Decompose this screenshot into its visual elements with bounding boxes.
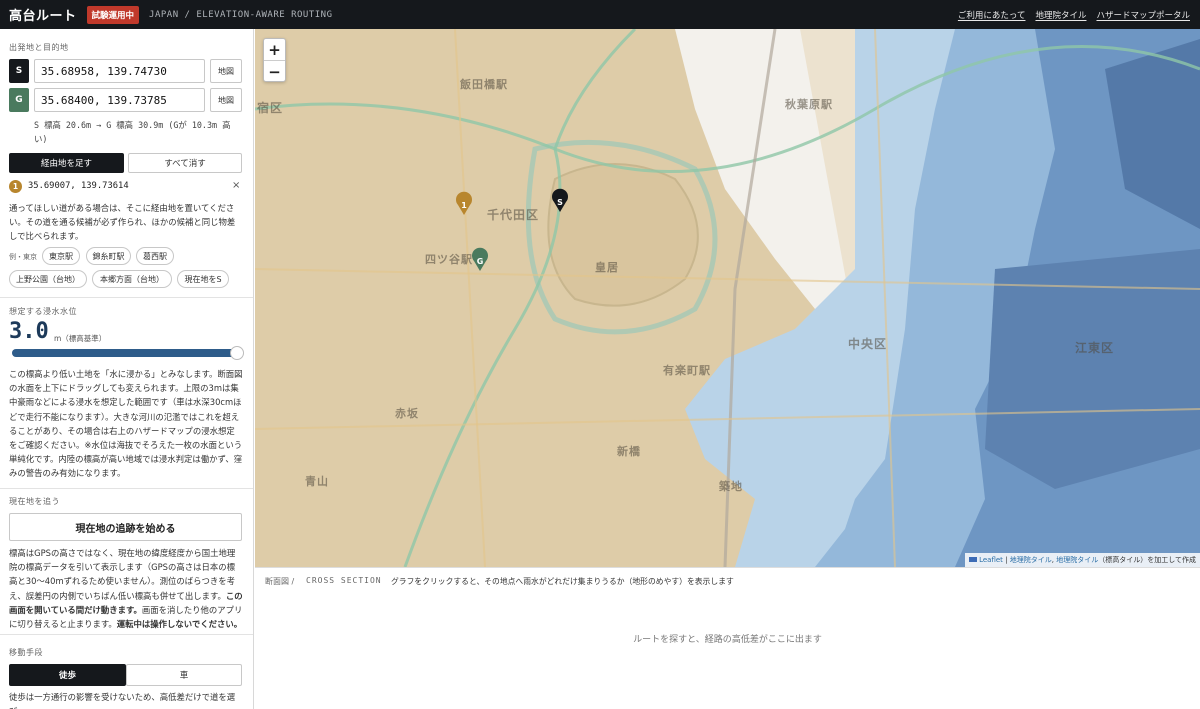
tracking-text: 標高はGPSの高さではなく、現在地の緯度経度から国土地理院の標高データを引いて表… <box>9 546 243 631</box>
flood-level-slider-fill <box>12 349 238 357</box>
mode-car-button[interactable]: 車 <box>126 664 242 686</box>
terms-link[interactable]: ご利用にあたって <box>958 9 1026 21</box>
flood-description: この標高より低い土地を「水に浸かる」とみなします。断面図の水面を上下にドラッグし… <box>9 369 243 479</box>
map-label: 江東区 <box>1075 341 1115 355</box>
route-heading: 出発地と目的地 <box>9 43 69 52</box>
map-label: 秋葉原駅 <box>785 98 833 111</box>
cross-section-title-en: CROSS SECTION <box>306 576 382 585</box>
flood-heading: 想定する浸水水位 <box>9 307 77 316</box>
elevation-summary: S 標高 20.6m → G 標高 30.9m (Gが 10.3m 高い) <box>34 120 231 144</box>
mode-heading: 移動手段 <box>9 648 43 657</box>
examples-label: 例・東京 <box>9 253 37 261</box>
waypoint-number-icon: 1 <box>9 180 22 193</box>
top-bar: 高台ルート 試験運用中 JAPAN / ELEVATION-AWARE ROUT… <box>0 0 1200 29</box>
example-kinshicho-station[interactable]: 錦糸町駅 <box>86 247 131 265</box>
waypoint-hint: 通ってほしい道がある場合は、そこに経由地を置いてください。その道を通る候補が必ず… <box>9 203 236 241</box>
map-label: 有楽町駅 <box>663 364 711 377</box>
attribution-separator: | <box>1002 556 1010 564</box>
clear-all-button[interactable]: すべて消す <box>128 153 242 173</box>
gsi-tiles-link[interactable]: 地理院タイル <box>1035 9 1086 21</box>
mode-walk-button[interactable]: 徒歩 <box>9 664 126 686</box>
start-input[interactable]: 35.68958, 139.74730 <box>34 59 205 83</box>
divider <box>0 634 253 635</box>
map-label: 赤坂 <box>395 407 419 420</box>
zoom-out-button[interactable]: − <box>264 61 285 83</box>
flood-level-unit: m（標高基準） <box>54 334 107 343</box>
goal-pin-icon: G <box>9 88 29 112</box>
divider <box>0 488 253 489</box>
imperial-palace-area <box>547 163 699 307</box>
map-label: 飯田橋駅 <box>460 78 508 91</box>
attribution-rest: （標高タイル）を加工して作成 <box>1098 556 1196 564</box>
zoom-in-button[interactable]: + <box>264 39 285 61</box>
app-title: 高台ルート <box>9 9 77 24</box>
goal-input[interactable]: 35.68400, 139.73785 <box>34 88 205 112</box>
gsi-elevation-attribution-link[interactable]: 地理院タイル <box>1056 556 1098 564</box>
map-label: 千代田区 <box>487 208 540 222</box>
flood-level-slider-thumb[interactable] <box>230 346 245 360</box>
leaflet-link[interactable]: Leaflet <box>979 556 1003 564</box>
flood-level-value: 3.0 <box>9 319 49 344</box>
map-label: 宿区 <box>257 101 284 115</box>
app-subtitle: JAPAN / ELEVATION-AWARE ROUTING <box>149 9 333 20</box>
start-marker-label: S <box>557 198 563 207</box>
map-label: 青山 <box>305 475 329 488</box>
map-label: 中央区 <box>848 337 888 351</box>
example-ueno-park[interactable]: 上野公園（台地） <box>9 270 87 288</box>
trial-badge: 試験運用中 <box>86 5 140 24</box>
waypoint-marker-label: 1 <box>461 201 467 210</box>
map-attribution: Leaflet | 地理院タイル, 地理院タイル（標高タイル）を加工して作成 <box>965 553 1200 567</box>
map-view[interactable]: 1 S G 飯田橋駅 千代田区 皇居 四ツ谷駅 宿区 秋葉原駅 中央区 江東区 … <box>255 29 1200 567</box>
example-tokyo-station[interactable]: 東京駅 <box>42 247 80 265</box>
example-current-as-start[interactable]: 現在地をS <box>177 270 229 288</box>
header-links: ご利用にあたって 地理院タイル ハザードマップポータル <box>958 9 1190 21</box>
example-hongo[interactable]: 本郷方面（台地） <box>92 270 172 288</box>
mode-description: 徒歩は一方通行の影響を受けないため、高低差だけで道を選び <box>9 692 236 709</box>
start-row: S 35.68958, 139.74730 地図 <box>9 59 242 83</box>
flag-icon <box>969 557 978 562</box>
zoom-control: + − <box>263 38 286 82</box>
gsi-tiles-attribution-link[interactable]: 地理院タイル <box>1010 556 1052 564</box>
cross-section-hint: グラフをクリックすると、その地点へ雨水がどれだけ集まりうるか（地形のめやす）を表… <box>391 577 734 586</box>
tracking-text-1: 標高はGPSの高さではなく、現在地の緯度経度から国土地理院の標高データを引いて表… <box>9 548 236 601</box>
map-label: 新橋 <box>617 445 641 458</box>
start-pin-icon: S <box>9 59 29 83</box>
start-tracking-button[interactable]: 現在地の追跡を始める <box>9 513 242 541</box>
cross-section-panel[interactable]: 断面図 / CROSS SECTION グラフをクリックすると、その地点へ雨水が… <box>255 567 1200 709</box>
waypoint-remove-button[interactable]: × <box>232 180 240 191</box>
start-map-button[interactable]: 地図 <box>210 59 242 83</box>
example-kasai-station[interactable]: 葛西駅 <box>136 247 174 265</box>
waypoint-coord: 35.69007, 139.73614 <box>28 181 129 191</box>
tracking-heading: 現在地を追う <box>9 497 60 506</box>
divider <box>0 297 253 298</box>
goal-marker-label: G <box>477 257 484 266</box>
map-label: 皇居 <box>595 261 619 274</box>
cross-section-empty-message: ルートを探すと、経路の高低差がここに出ます <box>633 635 822 645</box>
goal-row: G 35.68400, 139.73785 地図 <box>9 88 242 112</box>
sidebar: 出発地と目的地 S 35.68958, 139.74730 地図 G 35.68… <box>0 29 254 709</box>
tracking-text-bold-2: 運転中は操作しないでください。 <box>116 619 243 630</box>
goal-map-button[interactable]: 地図 <box>210 88 242 112</box>
flood-level-slider[interactable] <box>12 346 245 360</box>
hazard-portal-link[interactable]: ハザードマップポータル <box>1096 9 1190 21</box>
map-label: 四ツ谷駅 <box>425 253 473 266</box>
cross-section-title: 断面図 / <box>265 577 295 586</box>
map-label: 築地 <box>719 480 743 493</box>
add-waypoint-button[interactable]: 経由地を足す <box>9 153 124 173</box>
